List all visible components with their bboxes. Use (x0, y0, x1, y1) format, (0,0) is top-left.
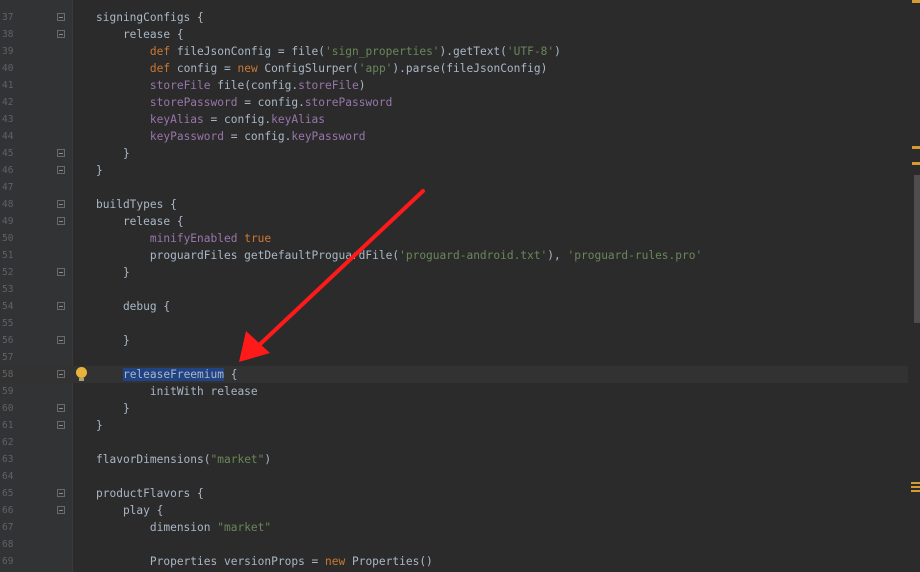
code-editor[interactable]: 37 signingConfigs {38 release {39 def fil… (0, 0, 920, 572)
red-arrow-icon (239, 189, 425, 362)
